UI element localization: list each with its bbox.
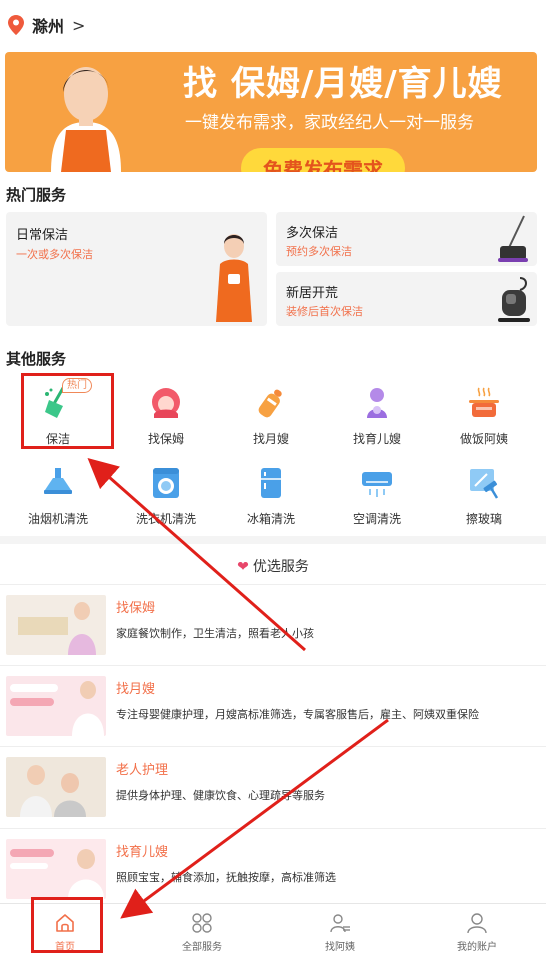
- baby-bottle-icon: [258, 389, 282, 418]
- banner-subtitle: 一键发布需求，家政经纪人一对一服务: [185, 113, 474, 133]
- card-subtitle: 预约多次保洁: [286, 245, 352, 258]
- location-pin-icon: [8, 15, 24, 35]
- service-find-nanny[interactable]: 找保姆: [116, 386, 216, 447]
- service-label: 洗衣机清洗: [135, 512, 196, 526]
- featured-item-desc: 照顾宝宝，辅食添加，抚触按摩，高标准筛选: [116, 871, 336, 884]
- tab-label: 找阿姨: [325, 942, 355, 953]
- service-cooking-helper[interactable]: 做饭阿姨: [434, 386, 534, 447]
- section-divider: [0, 536, 546, 544]
- featured-item-desc: 提供身体护理、健康饮食、心理疏导等服务: [116, 789, 325, 802]
- cooking-pot-icon: [469, 387, 499, 417]
- app-page: 滁州 > 找 保姆/月嫂/育儿嫂 一键发布需求，家政经纪人一对一服务 免费发布需…: [0, 0, 546, 955]
- featured-item-desc: 专注母婴健康护理，月嫂高标准筛选，专属客服售后，雇主、阿姨双重保险: [116, 708, 479, 721]
- card-subtitle: 装修后首次保洁: [286, 305, 363, 318]
- featured-item-title: 老人护理: [116, 763, 169, 778]
- post-request-button[interactable]: 免费发布需求: [241, 148, 405, 172]
- caregiver-icon: [367, 388, 387, 418]
- nanny-photo: [6, 595, 106, 655]
- tab-my-account[interactable]: 我的账户: [422, 912, 532, 953]
- service-label: 找月嫂: [252, 432, 289, 446]
- home-tab-highlight-box: [31, 897, 103, 953]
- card-title: 新居开荒: [286, 286, 339, 301]
- vacuum-cleaner-icon: [498, 277, 530, 322]
- window-wiper-icon: [470, 469, 499, 499]
- featured-item-desc: 家庭餐饮制作，卫生清洁，照看老人小孩: [116, 627, 314, 640]
- person-list-icon: [330, 914, 350, 933]
- featured-item-childcare[interactable]: 找育儿嫂 照顾宝宝，辅食添加，抚触按摩，高标准筛选: [0, 828, 546, 908]
- chevron-right-icon: >: [72, 15, 86, 35]
- service-window-cleaning[interactable]: 擦玻璃: [434, 466, 534, 527]
- service-find-childcare[interactable]: 找育儿嫂: [327, 386, 427, 447]
- card-title: 日常保洁: [16, 228, 69, 243]
- featured-item-elderly-care[interactable]: 老人护理 提供身体护理、健康饮食、心理疏导等服务: [0, 746, 546, 826]
- promo-banner[interactable]: 找 保姆/月嫂/育儿嫂 一键发布需求，家政经纪人一对一服务 免费发布需求: [5, 52, 537, 172]
- card-multiple-cleaning[interactable]: 多次保洁 预约多次保洁: [276, 212, 537, 266]
- user-icon: [467, 913, 487, 934]
- banner-title: 找 保姆/月嫂/育儿嫂: [183, 64, 503, 104]
- card-daily-cleaning[interactable]: 日常保洁 一次或多次保洁: [6, 212, 267, 326]
- featured-title: ❤ 优选服务: [0, 556, 546, 576]
- range-hood-icon: [44, 468, 72, 494]
- tab-all-services[interactable]: 全部服务: [147, 912, 257, 953]
- service-find-maternity-nurse[interactable]: 找月嫂: [221, 386, 321, 447]
- location-header[interactable]: 滁州 >: [0, 0, 546, 50]
- featured-item-title: 找保姆: [116, 601, 156, 616]
- featured-item-title: 找育儿嫂: [116, 845, 169, 860]
- washing-machine-icon: [153, 468, 179, 498]
- other-services-title: 其他服务: [6, 350, 67, 368]
- service-label: 油烟机清洗: [27, 512, 88, 526]
- nanny-icon: [152, 388, 180, 418]
- service-label: 找保姆: [147, 432, 184, 446]
- service-label: 擦玻璃: [465, 512, 502, 526]
- tab-label: 我的账户: [457, 942, 497, 953]
- city-name: 滁州: [32, 17, 65, 36]
- grid-icon: [192, 913, 212, 933]
- featured-item-nanny[interactable]: 找保姆 家庭餐饮制作，卫生清洁，照看老人小孩: [0, 584, 546, 664]
- childcare-photo: [6, 839, 106, 899]
- heart-icon: ❤: [237, 559, 249, 575]
- maternity-photo: [6, 676, 106, 736]
- service-washing-machine-cleaning[interactable]: 洗衣机清洗: [116, 466, 216, 527]
- service-label: 冰箱清洗: [246, 512, 295, 526]
- featured-item-maternity-nurse[interactable]: 找月嫂 专注母婴健康护理，月嫂高标准筛选，专属客服售后，雇主、阿姨双重保险: [0, 665, 546, 745]
- cleaner-illustration: [216, 234, 252, 322]
- elderly-care-photo: [6, 757, 106, 817]
- tab-find-helper[interactable]: 找阿姨: [285, 912, 395, 953]
- card-subtitle: 一次或多次保洁: [16, 248, 93, 261]
- housekeeper-illustration: [21, 52, 151, 172]
- mop-bucket-icon: [498, 215, 528, 262]
- air-conditioner-icon: [362, 472, 392, 497]
- featured-title-text: 优选服务: [252, 559, 309, 575]
- service-label: 做饭阿姨: [459, 432, 508, 446]
- hot-services-title: 热门服务: [6, 186, 67, 204]
- service-range-hood-cleaning[interactable]: 油烟机清洗: [8, 466, 108, 527]
- tab-label: 全部服务: [182, 942, 222, 953]
- service-air-conditioner-cleaning[interactable]: 空调清洗: [327, 466, 427, 527]
- card-title: 多次保洁: [286, 226, 339, 241]
- cleaning-highlight-box: [21, 373, 114, 449]
- card-new-home-cleaning[interactable]: 新居开荒 装修后首次保洁: [276, 272, 537, 326]
- fridge-icon: [261, 468, 281, 498]
- service-label: 空调清洗: [352, 512, 401, 526]
- service-fridge-cleaning[interactable]: 冰箱清洗: [221, 466, 321, 527]
- service-label: 找育儿嫂: [352, 432, 401, 446]
- featured-item-title: 找月嫂: [116, 682, 156, 697]
